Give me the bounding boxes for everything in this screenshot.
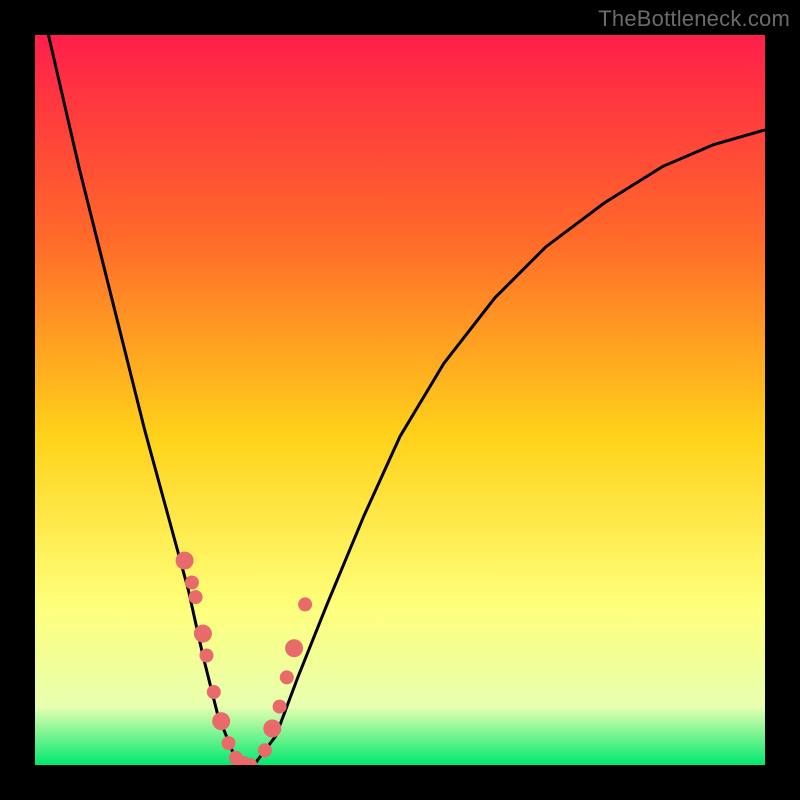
sample-dot: [176, 552, 194, 570]
sample-dot: [212, 712, 230, 730]
sample-dot: [298, 597, 312, 611]
sample-dot: [285, 639, 303, 657]
sample-dot: [222, 736, 236, 750]
sample-dot: [280, 670, 294, 684]
sample-dot: [200, 649, 214, 663]
chart-frame: TheBottleneck.com: [0, 0, 800, 800]
sample-dots: [176, 552, 313, 765]
sample-dot: [263, 720, 281, 738]
curve-layer: [35, 35, 765, 765]
sample-dot: [273, 700, 287, 714]
sample-dot: [185, 576, 199, 590]
sample-dot: [189, 590, 203, 604]
plot-area: [35, 35, 765, 765]
sample-dot: [258, 743, 272, 757]
bottleneck-curve: [35, 35, 765, 765]
sample-dot: [207, 685, 221, 699]
sample-dot: [194, 625, 212, 643]
watermark-text: TheBottleneck.com: [598, 6, 790, 32]
